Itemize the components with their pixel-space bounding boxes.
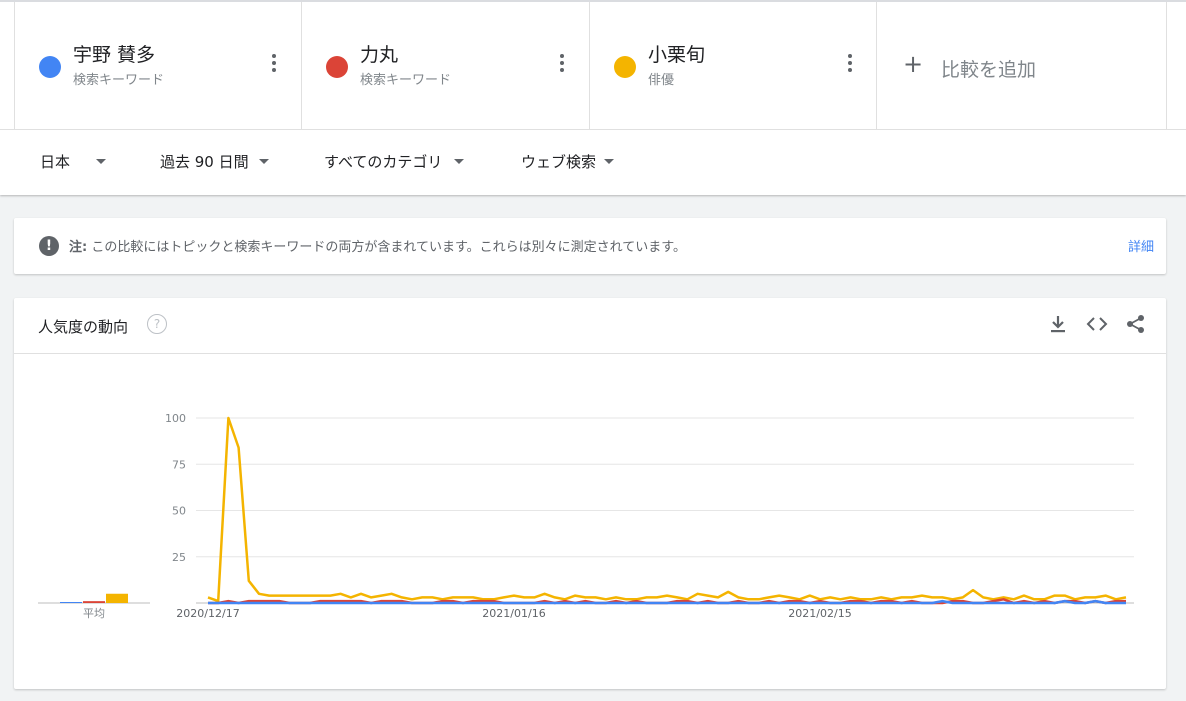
x-tick-label: 2021/01/16: [482, 607, 545, 620]
term-name: 宇野 賛多: [73, 44, 156, 66]
average-bars: 平均: [38, 593, 150, 620]
term-type: 俳優: [648, 73, 675, 88]
average-bar: [60, 602, 82, 603]
caret-down-icon: [96, 159, 107, 164]
search-type-dropdown[interactable]: ウェブ検索: [521, 151, 615, 172]
series-line: [207, 416, 1127, 603]
term-card-3[interactable]: 小栗旬 俳優: [589, 2, 877, 129]
add-comparison-button[interactable]: + 比較を追加: [876, 2, 1167, 129]
interest-over-time-card: 人気度の動向 ? 25 50 75 100 平均 2020/12/17 2021/01/…: [14, 298, 1166, 689]
term-name: 力丸: [360, 44, 399, 66]
x-tick-label: 2021/02/15: [788, 607, 851, 620]
note-prefix: 注:: [69, 240, 88, 255]
period-dropdown[interactable]: 過去 90 日間: [160, 151, 269, 172]
search-terms-bar: 宇野 賛多 検索キーワード 力丸 検索キーワード 小栗旬 俳優 + 比較を追加: [0, 2, 1186, 130]
caret-down-icon: [258, 159, 269, 164]
region-dropdown[interactable]: 日本: [40, 151, 107, 172]
filters-bar: 日本 過去 90 日間 すべてのカテゴリ ウェブ検索: [0, 130, 1186, 193]
color-dot-icon: [39, 56, 61, 78]
region-label: 日本: [40, 153, 71, 171]
color-dot-icon: [614, 56, 636, 78]
caret-down-icon: [454, 159, 465, 164]
average-bar: [106, 593, 128, 603]
chart-grid: 25 50 75 100: [165, 412, 1134, 604]
term-card-2[interactable]: 力丸 検索キーワード: [301, 2, 590, 129]
top-panel: 宇野 賛多 検索キーワード 力丸 検索キーワード 小栗旬 俳優 + 比較を追加 …: [0, 0, 1186, 195]
category-dropdown[interactable]: すべてのカテゴリ: [324, 151, 465, 172]
y-tick-label: 100: [165, 412, 186, 425]
add-comparison-label: 比較を追加: [941, 59, 1037, 81]
details-link[interactable]: 詳細: [1128, 236, 1154, 255]
category-label: すべてのカテゴリ: [324, 153, 443, 171]
term-card-1[interactable]: 宇野 賛多 検索キーワード: [14, 2, 302, 129]
plus-icon: +: [903, 50, 924, 78]
y-tick-label: 50: [172, 505, 186, 518]
more-vert-icon[interactable]: [848, 54, 852, 74]
more-vert-icon[interactable]: [272, 54, 276, 74]
note-body: この比較にはトピックと検索キーワードの両方が含まれています。これらは別々に測定さ…: [91, 240, 686, 255]
note-text: 注: この比較にはトピックと検索キーワードの両方が含まれています。これらは別々に…: [69, 236, 686, 255]
term-name: 小栗旬: [648, 44, 706, 66]
exclamation-icon: !: [39, 236, 59, 256]
period-label: 過去 90 日間: [160, 153, 249, 171]
y-tick-label: 75: [172, 458, 186, 471]
average-label: 平均: [83, 607, 105, 620]
average-bar: [83, 601, 105, 603]
y-tick-label: 25: [172, 551, 186, 564]
trend-chart: 25 50 75 100 平均 2020/12/17 2021/01/16 2021/02…: [38, 412, 1134, 620]
comparison-note: ! 注: この比較にはトピックと検索キーワードの両方が含まれています。これらは別…: [14, 218, 1166, 274]
x-tick-label: 2020/12/17: [176, 607, 239, 620]
more-vert-icon[interactable]: [560, 54, 564, 74]
x-axis-labels: 2020/12/17 2021/01/16 2021/02/15: [176, 607, 851, 620]
term-type: 検索キーワード: [73, 73, 165, 88]
caret-down-icon: [604, 159, 615, 164]
search-type-label: ウェブ検索: [521, 153, 597, 171]
color-dot-icon: [326, 56, 348, 78]
term-type: 検索キーワード: [360, 73, 452, 88]
